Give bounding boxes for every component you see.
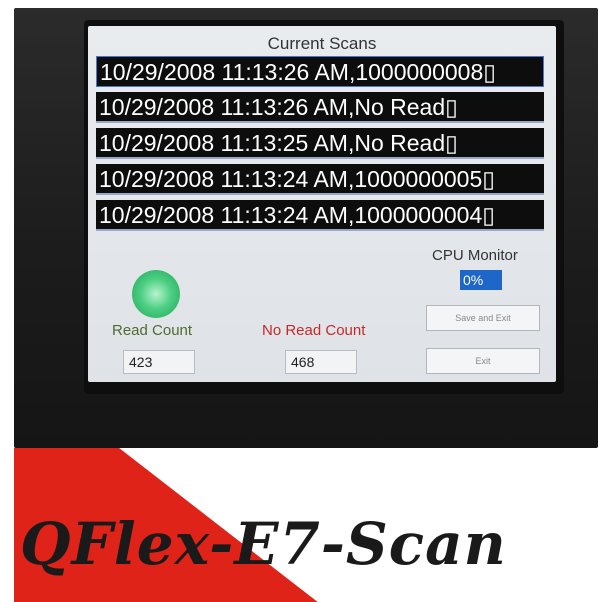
scan-list[interactable]: 10/29/2008 11:13:26 AM,1000000008▯ 10/29… — [96, 56, 544, 236]
scan-row[interactable]: 10/29/2008 11:13:24 AM,1000000005▯ — [96, 164, 544, 195]
no-read-count-label: No Read Count — [262, 322, 366, 339]
scan-row[interactable]: 10/29/2008 11:13:25 AM,No Read▯ — [96, 128, 544, 159]
exit-button[interactable]: Exit — [426, 348, 540, 374]
cpu-monitor-value: 0% — [460, 270, 502, 290]
read-count-label: Read Count — [112, 322, 193, 339]
no-read-count-field: 468 — [285, 350, 357, 374]
read-count-field: 423 — [123, 350, 195, 374]
save-and-exit-button[interactable]: Save and Exit — [426, 305, 540, 331]
scan-row[interactable]: 10/29/2008 11:13:26 AM,1000000008▯ — [96, 56, 544, 87]
scan-row[interactable]: 10/29/2008 11:13:24 AM,1000000004▯ — [96, 200, 544, 231]
status-led-icon — [132, 270, 180, 318]
cpu-monitor-label: CPU Monitor — [432, 247, 518, 264]
scan-row[interactable]: 10/29/2008 11:13:26 AM,No Read▯ — [96, 92, 544, 123]
product-logo: QFlex-E7-Scan — [20, 510, 507, 578]
current-scans-title: Current Scans — [267, 34, 377, 53]
brand-banner: QFlex-E7-Scan — [14, 448, 598, 602]
